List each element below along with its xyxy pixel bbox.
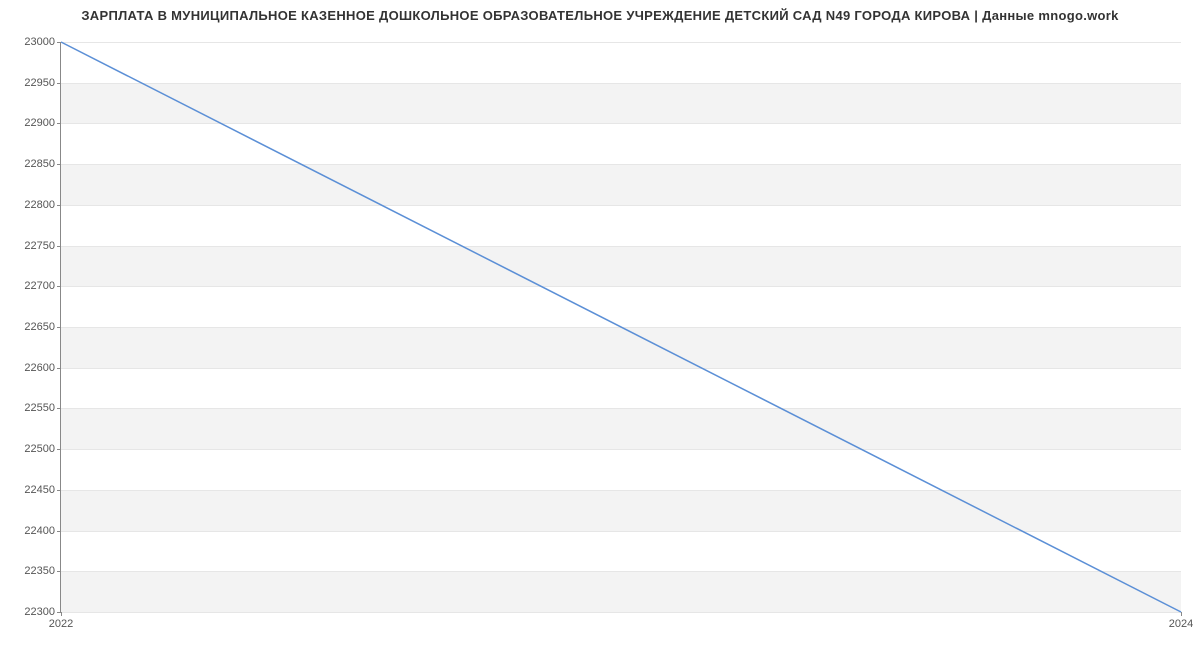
y-tick-mark	[57, 490, 61, 491]
y-tick-label: 22500	[24, 443, 55, 455]
y-tick-mark	[57, 368, 61, 369]
y-tick-label: 22900	[24, 117, 55, 129]
plot-area: 2230022350224002245022500225502260022650…	[60, 42, 1181, 613]
y-tick-mark	[57, 246, 61, 247]
chart-title: ЗАРПЛАТА В МУНИЦИПАЛЬНОЕ КАЗЕННОЕ ДОШКОЛ…	[0, 8, 1200, 23]
y-tick-mark	[57, 286, 61, 287]
y-tick-label: 22750	[24, 240, 55, 252]
y-tick-label: 22950	[24, 77, 55, 89]
grid-line	[61, 612, 1181, 613]
line-svg	[61, 42, 1181, 612]
y-tick-mark	[57, 327, 61, 328]
y-tick-mark	[57, 449, 61, 450]
y-tick-mark	[57, 164, 61, 165]
y-tick-label: 22650	[24, 321, 55, 333]
y-tick-label: 22600	[24, 362, 55, 374]
y-tick-mark	[57, 531, 61, 532]
y-tick-label: 22800	[24, 199, 55, 211]
y-tick-label: 23000	[24, 36, 55, 48]
y-tick-mark	[57, 205, 61, 206]
x-tick-mark	[1181, 612, 1182, 616]
y-tick-mark	[57, 42, 61, 43]
y-tick-label: 22350	[24, 565, 55, 577]
y-tick-label: 22700	[24, 280, 55, 292]
y-tick-label: 22400	[24, 525, 55, 537]
y-tick-mark	[57, 571, 61, 572]
y-tick-label: 22450	[24, 484, 55, 496]
y-tick-label: 22850	[24, 158, 55, 170]
y-tick-mark	[57, 83, 61, 84]
y-tick-label: 22300	[24, 606, 55, 618]
x-tick-mark	[61, 612, 62, 616]
x-tick-label: 2024	[1169, 618, 1193, 630]
x-tick-label: 2022	[49, 618, 73, 630]
chart-container: ЗАРПЛАТА В МУНИЦИПАЛЬНОЕ КАЗЕННОЕ ДОШКОЛ…	[0, 0, 1200, 650]
y-tick-mark	[57, 408, 61, 409]
data-line	[61, 42, 1181, 612]
y-tick-label: 22550	[24, 402, 55, 414]
y-tick-mark	[57, 123, 61, 124]
